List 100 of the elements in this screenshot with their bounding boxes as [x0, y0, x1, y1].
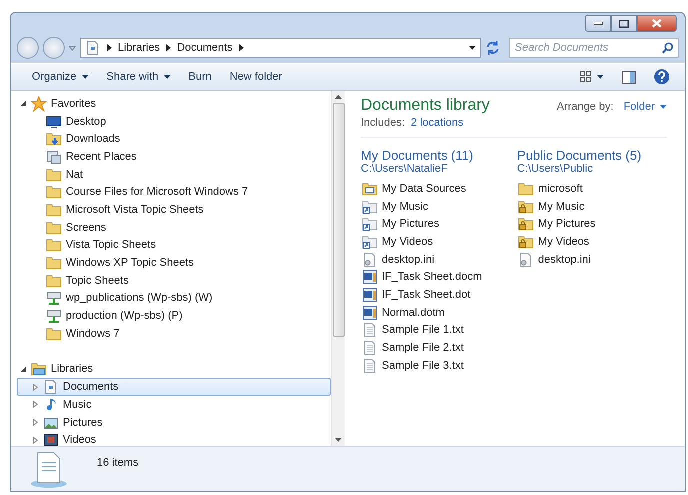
expand-arrow-icon[interactable]	[32, 419, 39, 426]
toolbar-button[interactable]: Share with	[98, 68, 180, 86]
nav-item[interactable]: Desktop	[17, 112, 331, 130]
folder-icon	[46, 184, 62, 200]
folder-icon	[46, 166, 62, 183]
toolbar-button[interactable]: Organize	[23, 68, 98, 86]
nav-item[interactable]: Windows XP Topic Sheets	[17, 254, 331, 272]
item-count: 16 items	[97, 457, 139, 469]
nav-item[interactable]: Recent Places	[17, 148, 331, 166]
location-path[interactable]: C:\Users\NatalieF	[361, 163, 484, 175]
dropdown-caret-icon	[660, 105, 667, 109]
document-icon	[85, 40, 101, 56]
breadcrumb-arrow-icon[interactable]	[107, 44, 112, 52]
file-item[interactable]: desktop.ini	[361, 250, 484, 268]
file-item[interactable]: My Data Sources	[361, 180, 484, 198]
nav-item[interactable]: Downloads	[17, 130, 331, 148]
settings-file-icon	[362, 252, 378, 268]
recent-pages-caret-icon[interactable]	[69, 46, 76, 50]
locked-folder-icon	[518, 216, 534, 232]
nav-item[interactable]: Topic Sheets	[17, 272, 331, 290]
scroll-down-icon[interactable]	[335, 438, 342, 442]
nav-group-label: Libraries	[51, 363, 94, 376]
document-library-icon	[29, 451, 69, 489]
dropdown-caret-icon[interactable]	[469, 46, 476, 50]
refresh-icon[interactable]	[485, 40, 501, 56]
help-icon	[654, 69, 670, 85]
text-file-icon	[362, 322, 378, 338]
folder-icon	[46, 255, 62, 272]
scrollbar[interactable]	[331, 91, 345, 446]
word-document-icon	[362, 286, 378, 303]
location-path[interactable]: C:\Users\Public	[517, 163, 642, 175]
nav-item[interactable]: wp_publications (Wp-sbs) (W)	[17, 290, 331, 308]
breadcrumb[interactable]: Documents	[177, 42, 233, 54]
film-icon	[43, 432, 59, 446]
file-item[interactable]: Sample File 1.txt	[361, 322, 484, 340]
file-item[interactable]: Sample File 3.txt	[361, 356, 484, 375]
file-item[interactable]: My Pictures	[517, 215, 642, 234]
search-field[interactable]: Search Documents	[509, 38, 679, 58]
nav-group-label: Favorites	[51, 98, 96, 110]
file-item[interactable]: Normal.dotm	[361, 304, 484, 322]
nav-item[interactable]: production (Wp-sbs) (P)	[17, 307, 331, 325]
document-icon	[43, 379, 59, 396]
arrange-by-label: Arrange by:	[556, 101, 614, 113]
breadcrumb-arrow-icon[interactable]	[238, 44, 244, 52]
file-item[interactable]: My Videos	[361, 233, 484, 251]
dropdown-caret-icon	[82, 75, 89, 79]
view-grid-icon	[580, 71, 592, 83]
nav-item[interactable]: Pictures	[17, 414, 331, 432]
toolbar-button[interactable]: New folder	[220, 68, 292, 86]
dropdown-caret-icon	[597, 75, 604, 79]
nav-item[interactable]: Documents	[17, 378, 331, 396]
recent-places-icon	[46, 148, 62, 165]
maximize-button[interactable]	[611, 15, 637, 32]
nav-item[interactable]: Course Files for Microsoft Windows 7	[17, 183, 331, 202]
folder-icon	[518, 180, 534, 197]
breadcrumb-arrow-icon[interactable]	[166, 44, 172, 52]
collapse-arrow-icon[interactable]	[20, 100, 27, 108]
shortcut-folder-icon	[362, 234, 378, 250]
breadcrumb[interactable]: Libraries	[118, 42, 160, 54]
file-item[interactable]: My Pictures	[361, 215, 484, 234]
text-file-icon	[362, 358, 378, 374]
minimize-button[interactable]	[585, 15, 611, 32]
nav-group[interactable]: Favorites	[17, 95, 331, 113]
folder-icon	[46, 220, 62, 236]
nav-item[interactable]: Nat	[17, 166, 331, 184]
word-document-icon	[362, 304, 378, 321]
expand-arrow-icon[interactable]	[32, 384, 39, 391]
close-button[interactable]	[637, 15, 677, 32]
nav-item[interactable]: Vista Topic Sheets	[17, 236, 331, 254]
file-item[interactable]: desktop.ini	[517, 250, 642, 268]
file-item[interactable]: IF_Task Sheet.docm	[361, 268, 484, 286]
star-icon	[31, 96, 47, 112]
network-drive-icon	[46, 308, 62, 324]
folder-icon	[46, 272, 62, 289]
nav-item[interactable]: Music	[17, 396, 331, 414]
file-item[interactable]: My Videos	[517, 233, 642, 251]
expand-arrow-icon[interactable]	[32, 436, 39, 444]
file-item[interactable]: IF_Task Sheet.dot	[361, 286, 484, 304]
scrollbar-thumb[interactable]	[332, 103, 344, 337]
toolbar-button[interactable]: Burn	[180, 68, 221, 86]
expand-arrow-icon[interactable]	[32, 401, 39, 408]
address-bar[interactable]: Libraries Documents	[80, 38, 481, 58]
file-item[interactable]: microsoft	[517, 180, 642, 198]
locations-link[interactable]: 2 locations	[411, 117, 464, 129]
minimize-icon	[594, 22, 602, 25]
search-icon[interactable]	[662, 42, 674, 54]
location-heading: My Documents (11)	[361, 148, 474, 163]
nav-item[interactable]: Screens	[17, 218, 331, 236]
arrange-dropdown[interactable]: Folder	[624, 101, 667, 113]
close-icon	[652, 19, 662, 28]
collapse-arrow-icon[interactable]	[20, 366, 27, 373]
nav-item[interactable]: Windows 7	[17, 324, 331, 343]
file-item[interactable]: Sample File 2.txt	[361, 339, 484, 357]
nav-item[interactable]: Microsoft Vista Topic Sheets	[17, 201, 331, 219]
file-item[interactable]: My Music	[361, 198, 484, 216]
file-item[interactable]: My Music	[517, 198, 642, 216]
scroll-up-icon[interactable]	[335, 95, 342, 99]
nav-group[interactable]: Libraries	[17, 360, 331, 378]
nav-item[interactable]: Videos	[17, 431, 331, 446]
folder-icon	[46, 326, 62, 342]
